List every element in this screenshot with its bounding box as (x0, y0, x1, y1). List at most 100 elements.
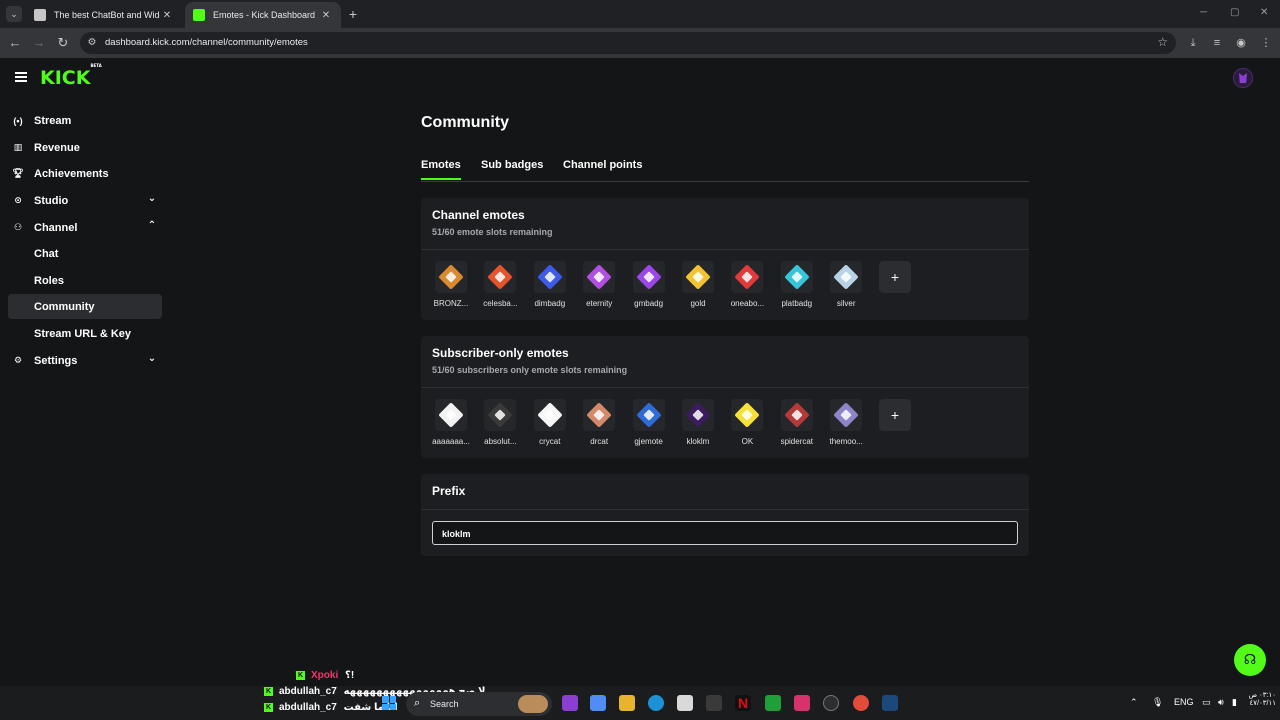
close-icon[interactable]: ✕ (160, 10, 174, 21)
emote-tile[interactable]: oneabo... (722, 261, 772, 308)
new-tab-button[interactable]: + (345, 6, 361, 22)
steam-icon[interactable] (882, 695, 898, 711)
emote-image (830, 261, 863, 293)
emote-image (731, 399, 764, 431)
revenue-icon: ▥ (13, 142, 23, 152)
emote-tile[interactable]: OK (722, 399, 772, 446)
browser-menu-icon[interactable]: ⋮ (1259, 36, 1273, 50)
browser-tab-kick-dashboard[interactable]: Emotes - Kick Dashboard ✕ (185, 2, 341, 28)
emote-graphic (438, 402, 464, 428)
add-emote-button[interactable]: + (879, 261, 911, 293)
emote-tile[interactable]: absolut... (475, 399, 525, 446)
sidebar-item-chat[interactable]: Chat (8, 241, 162, 266)
emote-image (583, 399, 616, 431)
sidebar-item-channel[interactable]: ⚇ Channel ⌃ (8, 215, 162, 240)
bookmark-star-icon[interactable]: ☆ (1157, 35, 1168, 49)
emote-tile[interactable]: gold (673, 261, 723, 308)
kick-logo[interactable]: KICKBETA (40, 63, 102, 89)
file-explorer-icon[interactable] (619, 695, 635, 711)
language-indicator[interactable]: ENG (1174, 697, 1194, 707)
back-icon[interactable]: ← (7, 35, 23, 51)
browser-tab-chatbot[interactable]: The best ChatBot and Widgets ✕ (26, 2, 182, 28)
reload-icon[interactable]: ↻ (55, 35, 71, 51)
sidebar-item-settings[interactable]: ⚙ Settings ⌄ (8, 348, 162, 373)
emote-tile[interactable]: dimbadg (525, 261, 575, 308)
emote-name: drcat (590, 437, 609, 446)
add-sub-emote-button[interactable]: + (879, 399, 911, 431)
prefix-input[interactable]: kloklm (432, 521, 1018, 545)
emote-name: kloklm (686, 437, 710, 446)
volume-icon[interactable]: 🔊︎ (1218, 697, 1224, 708)
sidebar-item-stream-url-key[interactable]: Stream URL & Key (8, 321, 162, 346)
tray-chevron-up-icon[interactable]: ⌃ (1130, 697, 1138, 708)
close-icon[interactable]: ✕ (319, 10, 333, 21)
address-bar[interactable]: ⚙ dashboard.kick.com/channel/community/e… (80, 32, 1176, 54)
emote-tile[interactable]: spidercat (772, 399, 822, 446)
emote-tile[interactable]: kloklm (673, 399, 723, 446)
sidebar-item-label: Revenue (34, 141, 80, 154)
app-icon[interactable] (706, 695, 722, 711)
kick-badge-icon: K (296, 670, 305, 680)
emote-tile[interactable]: drcat (574, 399, 624, 446)
media-control-icon[interactable]: ≡ (1210, 36, 1224, 50)
sidebar-item-studio[interactable]: ⊙ Studio ⌄ (8, 188, 162, 213)
emote-name: platbadg (781, 299, 813, 308)
discord-icon[interactable] (562, 695, 578, 711)
emote-tile[interactable]: celesba... (475, 261, 525, 308)
broadcast-icon: (•) (13, 115, 23, 126)
emote-name: OK (741, 437, 754, 446)
microphone-icon[interactable]: 🎙︎ (1152, 697, 1163, 708)
clock-date: ٤٧/٠٣/١١ (1249, 700, 1276, 707)
netflix-icon[interactable]: N (735, 695, 751, 711)
card-title: Channel emotes (432, 208, 525, 222)
user-avatar[interactable] (1233, 68, 1253, 88)
store-icon[interactable] (677, 695, 693, 711)
windows-start-icon[interactable] (382, 696, 396, 710)
emote-tile[interactable]: aaaaaaa... (426, 399, 476, 446)
emote-tile[interactable]: themoo... (821, 399, 871, 446)
window-close-icon[interactable]: ✕ (1260, 7, 1268, 18)
chat-username: Xpoki (311, 670, 339, 681)
emote-graphic (537, 264, 563, 290)
battery-icon[interactable]: ▮ (1232, 697, 1237, 708)
tab-emotes[interactable]: Emotes (421, 159, 461, 180)
edge-icon[interactable] (648, 695, 664, 711)
emote-tile[interactable]: gjemote (624, 399, 674, 446)
sidebar-item-stream[interactable]: (•) Stream (8, 108, 162, 133)
sidebar-item-achievements[interactable]: 🏆︎ Achievements (8, 161, 162, 186)
forward-icon[interactable]: → (31, 35, 47, 51)
emote-tile[interactable]: gmbadg (624, 261, 674, 308)
tab-search-icon[interactable]: ⌄ (6, 6, 22, 22)
copilot-icon[interactable] (590, 695, 606, 711)
emote-tile[interactable]: BRONZ... (426, 261, 476, 308)
emote-image (830, 399, 863, 431)
emote-tile[interactable]: crycat (525, 399, 575, 446)
xbox-icon[interactable] (765, 695, 781, 711)
emote-tile[interactable]: platbadg (772, 261, 822, 308)
support-headset-button[interactable] (1234, 644, 1266, 676)
taskbar-search[interactable]: ⌕ Search (406, 692, 552, 716)
obs-icon[interactable] (823, 695, 839, 711)
emote-tile[interactable]: silver (821, 261, 871, 308)
profile-icon[interactable]: ◉ (1234, 36, 1248, 50)
emote-graphic (685, 402, 711, 428)
emote-tile[interactable]: eternity (574, 261, 624, 308)
emote-name: dimbadg (534, 299, 566, 308)
sidebar-item-revenue[interactable]: ▥ Revenue (8, 135, 162, 160)
tab-sub-badges[interactable]: Sub badges (481, 159, 543, 171)
minimize-icon[interactable]: ─ (1200, 7, 1207, 18)
instagram-icon[interactable] (794, 695, 810, 711)
maximize-icon[interactable]: ▢ (1230, 7, 1239, 18)
network-icon[interactable]: ▭ (1202, 697, 1211, 708)
tab-channel-points[interactable]: Channel points (563, 159, 642, 171)
emote-image (682, 399, 714, 431)
menu-icon[interactable] (15, 72, 27, 82)
clock[interactable]: ٠٣:١٠ ص ٤٧/٠٣/١١ (1240, 691, 1276, 707)
sidebar-item-community[interactable]: Community (8, 294, 162, 319)
chevron-down-icon: ⌄ (147, 193, 157, 204)
sidebar-item-roles[interactable]: Roles (8, 268, 162, 293)
chrome-icon[interactable] (853, 695, 869, 711)
emote-graphic (833, 264, 859, 290)
site-info-icon[interactable]: ⚙ (86, 37, 98, 49)
download-icon[interactable]: ⤓ (1186, 36, 1200, 50)
